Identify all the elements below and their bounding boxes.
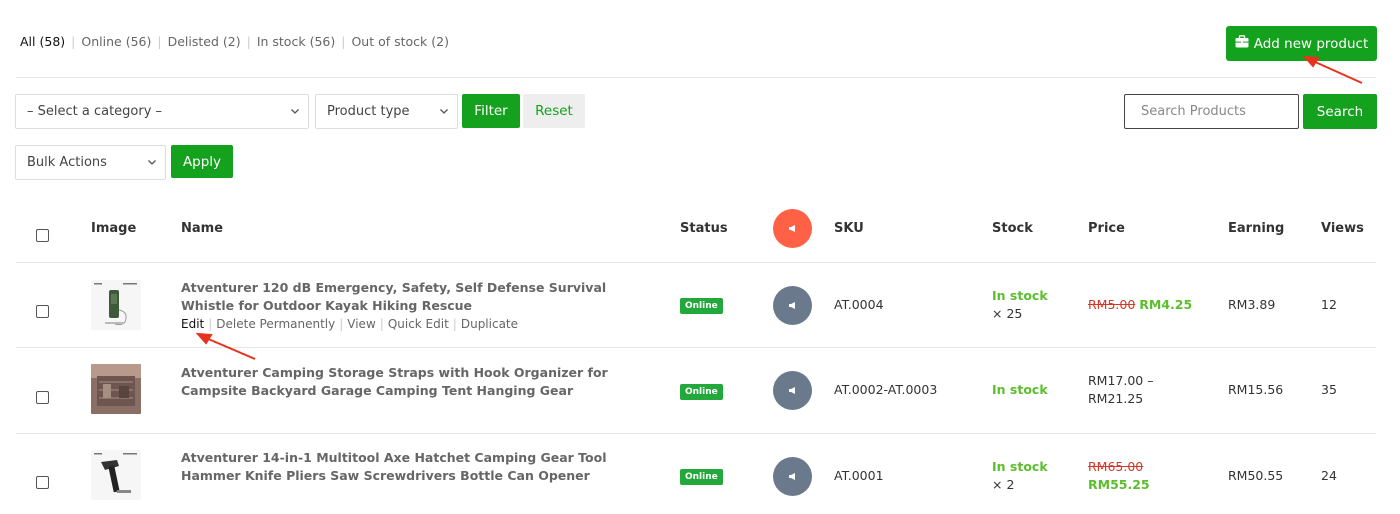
status-badge: Online: [680, 469, 723, 485]
bulk-actions-value: Bulk Actions: [27, 155, 107, 170]
product-type-select[interactable]: Product type: [315, 94, 458, 129]
row-divider: [16, 347, 1376, 348]
sku-value: AT.0004: [834, 297, 884, 312]
column-header-price[interactable]: Price: [1088, 221, 1125, 236]
filter-out-of-stock[interactable]: Out of stock (2): [351, 34, 449, 49]
filter-all[interactable]: All (58): [20, 34, 65, 49]
filter-button[interactable]: Filter: [462, 94, 520, 128]
duplicate-link[interactable]: Duplicate: [461, 317, 518, 331]
briefcase-icon: [1235, 35, 1249, 52]
row-actions: Edit | Delete Permanently | View | Quick…: [181, 317, 518, 331]
regular-price: RM65.00: [1088, 459, 1144, 474]
stock-value: In stock × 2: [992, 459, 1048, 492]
product-type-select-value: Product type: [327, 104, 410, 119]
earning-value: RM15.56: [1228, 382, 1284, 397]
chevron-down-icon: [440, 109, 448, 114]
filter-separator: |: [341, 34, 346, 49]
promote-product-button[interactable]: [773, 286, 812, 325]
product-name-link[interactable]: Atventurer 14-in-1 Multitool Axe Hatchet…: [181, 449, 621, 485]
status-filter-links: All (58) | Online (56) | Delisted (2) | …: [20, 34, 449, 49]
promotion-column-header: [773, 209, 812, 248]
select-all-checkbox[interactable]: [36, 229, 49, 242]
product-name-link[interactable]: Atventurer Camping Storage Straps with H…: [181, 364, 621, 400]
search-products-input[interactable]: Search Products: [1124, 94, 1299, 129]
column-header-sku[interactable]: SKU: [834, 221, 864, 236]
chevron-down-icon: [291, 109, 299, 114]
filter-online[interactable]: Online (56): [81, 34, 151, 49]
megaphone-icon: [788, 473, 795, 480]
stock-value: In stock × 25: [992, 288, 1048, 321]
views-value: 12: [1321, 297, 1337, 312]
earning-value: RM3.89: [1228, 297, 1276, 312]
row-checkbox[interactable]: [36, 391, 49, 404]
column-header-earning: Earning: [1228, 221, 1285, 236]
promote-product-button[interactable]: [773, 457, 812, 496]
search-placeholder: Search Products: [1141, 104, 1246, 119]
delete-permanently-link[interactable]: Delete Permanently: [216, 317, 335, 331]
add-new-product-button[interactable]: Add new product: [1226, 26, 1377, 61]
sale-price: RM55.25: [1088, 477, 1150, 492]
row-checkbox[interactable]: [36, 305, 49, 318]
bulk-actions-select[interactable]: Bulk Actions: [15, 145, 166, 180]
status-badge: Online: [680, 298, 723, 314]
regular-price: RM5.00: [1088, 297, 1136, 312]
add-new-product-label: Add new product: [1253, 35, 1369, 52]
views-value: 35: [1321, 382, 1337, 397]
row-checkbox[interactable]: [36, 476, 49, 489]
sku-value: AT.0001: [834, 468, 884, 483]
column-header-name[interactable]: Name: [181, 221, 223, 236]
action-separator: |: [379, 317, 384, 331]
column-header-stock: Stock: [992, 221, 1033, 236]
filter-delisted[interactable]: Delisted (2): [168, 34, 241, 49]
product-name-link[interactable]: Atventurer 120 dB Emergency, Safety, Sel…: [181, 279, 621, 315]
price-value: RM65.00 RM55.25: [1088, 458, 1158, 494]
filter-separator: |: [157, 34, 162, 49]
product-thumbnail[interactable]: [91, 450, 141, 500]
views-value: 24: [1321, 468, 1337, 483]
filter-in-stock[interactable]: In stock (56): [257, 34, 335, 49]
category-select[interactable]: – Select a category –: [15, 94, 309, 129]
product-thumbnail[interactable]: [91, 364, 141, 414]
filter-separator: |: [246, 34, 251, 49]
megaphone-icon: [788, 387, 795, 394]
chevron-down-icon: [148, 160, 156, 165]
view-link[interactable]: View: [347, 317, 375, 331]
price-value: RM5.00 RM4.25: [1088, 296, 1192, 314]
row-divider: [16, 262, 1376, 263]
reset-button[interactable]: Reset: [523, 94, 585, 128]
search-button[interactable]: Search: [1303, 94, 1377, 129]
row-divider: [16, 433, 1376, 434]
megaphone-icon: [788, 302, 795, 309]
price-range-value: RM17.00 – RM21.25: [1088, 373, 1154, 406]
action-separator: |: [208, 317, 213, 331]
action-separator: |: [452, 317, 457, 331]
sku-value: AT.0002-AT.0003: [834, 382, 938, 397]
earning-value: RM50.55: [1228, 468, 1284, 483]
category-select-value: – Select a category –: [27, 104, 163, 119]
column-header-views[interactable]: Views: [1321, 221, 1364, 236]
column-header-status: Status: [680, 221, 728, 236]
megaphone-icon: [788, 225, 795, 232]
quick-edit-link[interactable]: Quick Edit: [388, 317, 449, 331]
status-badge: Online: [680, 384, 723, 400]
action-separator: |: [339, 317, 344, 331]
header-divider: [16, 77, 1376, 78]
edit-link[interactable]: Edit: [181, 317, 204, 331]
product-thumbnail[interactable]: [91, 280, 141, 330]
sale-price: RM4.25: [1139, 297, 1193, 312]
column-header-image: Image: [91, 221, 137, 236]
apply-button[interactable]: Apply: [171, 145, 233, 178]
filter-separator: |: [71, 34, 76, 49]
stock-value: In stock: [992, 382, 1048, 397]
promote-product-button[interactable]: [773, 371, 812, 410]
